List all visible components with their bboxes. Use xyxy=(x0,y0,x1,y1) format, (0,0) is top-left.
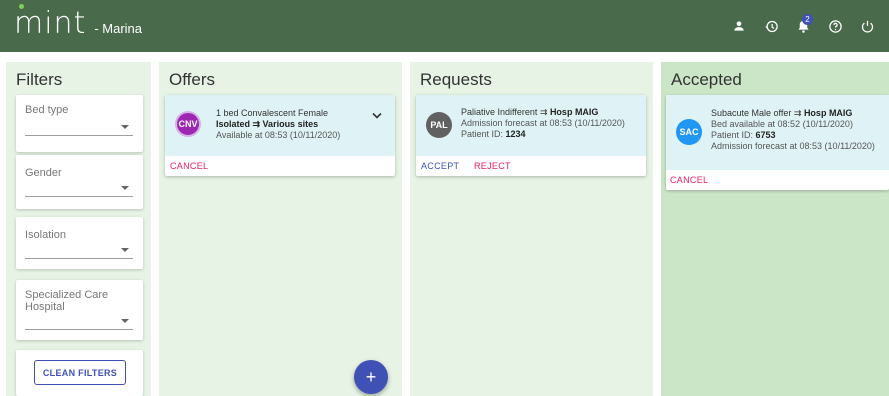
offer-avatar: CNV xyxy=(175,111,201,137)
accepted-column: Accepted SAC Subacute Male offer ⇉ Hosp … xyxy=(661,62,889,396)
bed-type-select[interactable]: Bed type xyxy=(16,95,143,152)
offers-title: Offers xyxy=(169,70,215,89)
gender-label: Gender xyxy=(25,167,62,179)
offers-column: Offers CNV 1 bed Convalescent Female Iso… xyxy=(159,62,402,396)
logo-dot xyxy=(19,4,24,9)
account-icon[interactable] xyxy=(723,10,755,42)
app-logo: mint - Marina xyxy=(14,4,143,41)
accepted-cancel-button[interactable]: CANCEL xyxy=(670,175,708,185)
accepted-card[interactable]: SAC Subacute Male offer ⇉ Hosp MAIG Bed … xyxy=(666,95,889,190)
requests-title: Requests xyxy=(420,70,492,89)
select-underline xyxy=(25,196,133,197)
specialized-care-hospital-label: Specialized Care Hospital xyxy=(25,289,109,313)
chevron-down-icon xyxy=(121,186,129,190)
chevron-down-icon xyxy=(121,248,129,252)
notification-badge: 2 xyxy=(802,14,813,25)
offer-line-3: Available at 08:53 (10/11/2020) xyxy=(216,130,341,140)
patient-id-label: Patient ID: xyxy=(711,130,756,140)
offer-line-1: 1 bed Convalescent Female xyxy=(216,108,329,118)
patient-id-value: 1234 xyxy=(505,129,526,139)
isolation-label: Isolation xyxy=(25,229,66,241)
offer-card-content: CNV 1 bed Convalescent Female Isolated ⇉… xyxy=(165,95,395,156)
offer-details: 1 bed Convalescent Female Isolated ⇉ Var… xyxy=(216,108,366,141)
filters-title: Filters xyxy=(16,70,63,89)
offer-line-2: Isolated ⇉ Various sites xyxy=(216,119,319,129)
clean-filters-card: CLEAN FILTERS xyxy=(16,350,143,396)
accepted-title: Accepted xyxy=(671,70,742,89)
accepted-card-content: SAC Subacute Male offer ⇉ Hosp MAIG Bed … xyxy=(666,95,889,170)
accepted-line-1: Subacute Male offer ⇉ xyxy=(711,108,804,118)
help-icon[interactable] xyxy=(819,10,851,42)
gender-select[interactable]: Gender xyxy=(16,155,143,209)
patient-id-value: 6753 xyxy=(755,130,776,140)
select-underline xyxy=(25,258,133,259)
request-card[interactable]: PAL Paliative Indifferent ⇉ Hosp MAIG Ad… xyxy=(416,95,646,176)
chevron-down-icon xyxy=(121,125,129,129)
chevron-down-icon[interactable] xyxy=(372,107,382,125)
logo-text: mint xyxy=(14,5,87,41)
accepted-avatar: SAC xyxy=(676,119,702,145)
request-destination: Hosp MAIG xyxy=(549,107,599,117)
top-actions: 2 xyxy=(723,0,883,52)
request-line-1: Paliative Indifferent ⇉ xyxy=(461,107,550,117)
top-app-bar: mint - Marina 2 xyxy=(0,0,889,52)
accepted-line-4: Admission forecast at 08:53 (10/11/2020) xyxy=(711,141,875,151)
add-fab-button[interactable]: + xyxy=(354,360,388,394)
offer-cancel-button[interactable]: CANCEL xyxy=(170,161,208,171)
accepted-destination: Hosp MAIG xyxy=(803,108,853,118)
reject-button[interactable]: REJECT xyxy=(474,161,511,171)
chevron-down-icon xyxy=(121,319,129,323)
current-user-name: - Marina xyxy=(94,20,143,36)
request-card-content: PAL Paliative Indifferent ⇉ Hosp MAIG Ad… xyxy=(416,95,646,156)
accept-button[interactable]: ACCEPT xyxy=(421,161,459,171)
bed-type-label: Bed type xyxy=(25,104,69,116)
accepted-card-actions: CANCEL xyxy=(666,170,889,190)
accepted-line-2: Bed available at 08:52 (10/11/2020) xyxy=(711,119,853,129)
request-avatar: PAL xyxy=(426,112,452,138)
history-icon[interactable] xyxy=(755,10,787,42)
clean-filters-button[interactable]: CLEAN FILTERS xyxy=(34,360,126,385)
patient-id-label: Patient ID: xyxy=(461,129,506,139)
select-underline xyxy=(25,329,133,330)
offer-card[interactable]: CNV 1 bed Convalescent Female Isolated ⇉… xyxy=(165,95,395,176)
isolation-select[interactable]: Isolation xyxy=(16,217,143,269)
select-underline xyxy=(25,135,133,136)
requests-column: Requests PAL Paliative Indifferent ⇉ Hos… xyxy=(410,62,653,396)
notifications-icon[interactable]: 2 xyxy=(787,10,819,42)
logout-power-icon[interactable] xyxy=(851,10,883,42)
accepted-details: Subacute Male offer ⇉ Hosp MAIG Bed avai… xyxy=(711,108,889,152)
filters-panel: Filters Bed type Gender Isolation Specia… xyxy=(6,62,151,396)
request-card-actions: ACCEPT REJECT xyxy=(416,156,646,176)
offer-card-actions: CANCEL xyxy=(165,156,395,176)
specialized-care-hospital-select[interactable]: Specialized Care Hospital xyxy=(16,280,143,340)
request-line-2: Admission forecast at 08:53 (10/11/2020) xyxy=(461,118,625,128)
request-details: Paliative Indifferent ⇉ Hosp MAIG Admiss… xyxy=(461,107,641,140)
